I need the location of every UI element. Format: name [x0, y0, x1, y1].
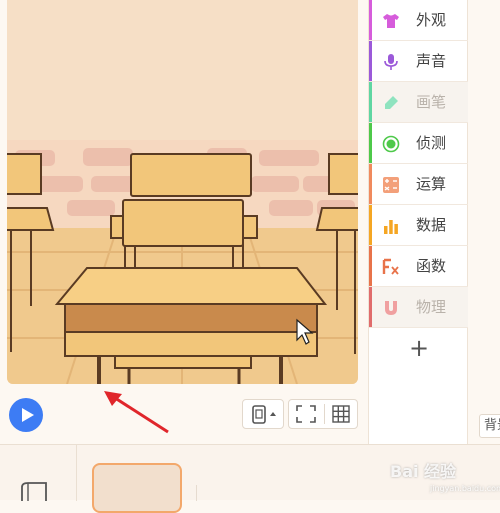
category-label: 侦测 — [416, 134, 447, 152]
category-label: 外观 — [416, 11, 447, 29]
device-mode-button[interactable] — [242, 399, 284, 429]
category-label: 运算 — [416, 175, 447, 193]
category-operators[interactable]: 运算 — [369, 164, 469, 205]
classroom-backdrop — [7, 0, 358, 384]
watermark-sub: jingyan.baidu.com — [430, 484, 500, 493]
sprite-library-cell[interactable] — [0, 445, 77, 501]
run-button[interactable] — [9, 398, 43, 432]
category-functions[interactable]: 函数 — [369, 246, 469, 287]
watermark: Bai 经验 — [390, 462, 457, 481]
category-looks[interactable]: 外观 — [369, 0, 469, 41]
add-extension-button[interactable]: + — [369, 328, 469, 368]
shirt-icon — [383, 14, 399, 28]
block-category-bar: 外观 声音 画笔 侦测 运算 数据 函数 物理 + — [368, 0, 469, 444]
category-pen[interactable]: 画笔 — [369, 82, 469, 123]
script-area[interactable] — [468, 0, 500, 444]
magnet-icon — [385, 301, 397, 315]
view-options — [288, 399, 358, 429]
category-sound[interactable]: 声音 — [369, 41, 469, 82]
red-arrow — [104, 391, 169, 434]
pen-icon — [385, 96, 398, 109]
category-label: 声音 — [416, 52, 447, 70]
microphone-icon — [384, 54, 398, 70]
book-icon — [21, 482, 47, 501]
category-physics[interactable]: 物理 — [369, 287, 469, 328]
sprite-thumbnail[interactable] — [92, 463, 182, 513]
category-label: 函数 — [416, 257, 447, 275]
category-label: 物理 — [416, 298, 447, 316]
category-sensing[interactable]: 侦测 — [369, 123, 469, 164]
stage-canvas[interactable] — [7, 0, 358, 384]
function-icon — [382, 258, 399, 275]
fullscreen-icon[interactable] — [295, 404, 317, 424]
backdrop-tab[interactable]: 背景 — [479, 414, 500, 438]
grid-icon[interactable] — [331, 404, 351, 424]
phone-icon — [252, 405, 276, 424]
bar-chart-icon — [384, 220, 398, 234]
category-label: 数据 — [416, 216, 447, 234]
operator-icon — [383, 177, 399, 193]
category-data[interactable]: 数据 — [369, 205, 469, 246]
sensing-icon — [382, 135, 400, 153]
category-label: 画笔 — [416, 93, 447, 111]
